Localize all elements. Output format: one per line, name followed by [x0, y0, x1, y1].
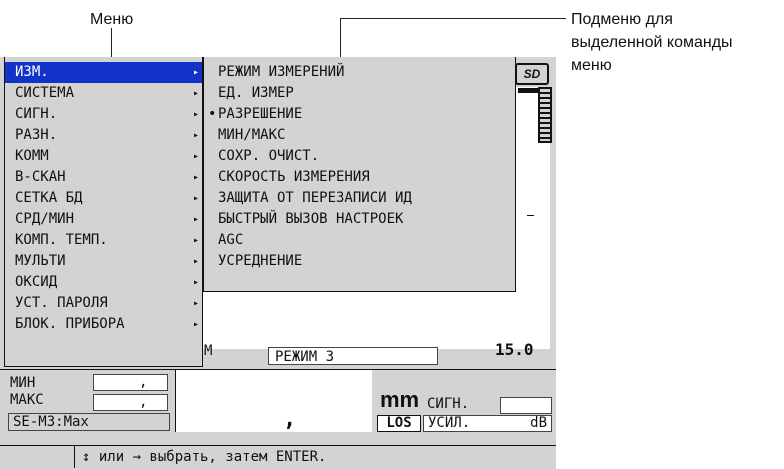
gain-label: УСИЛ. — [428, 415, 471, 431]
unit-label: mm — [380, 387, 420, 412]
status-text: ↕ или → выбрать, затем ENTER. — [82, 449, 327, 465]
submenu: РЕЖИМ ИЗМЕРЕНИЙ ЕД. ИЗМЕР • РАЗРЕШЕНИЕ МИН/М… — [203, 57, 516, 292]
submenu-item-label: БЫСТРЫЙ ВЫЗОВ НАСТРОЕК — [218, 211, 404, 227]
submenu-item-label: УСРЕДНЕНИЕ — [218, 253, 303, 269]
max-label: МАКС — [10, 392, 44, 408]
thickness-display — [175, 370, 372, 432]
submenu-arrow-icon: ▸ — [192, 298, 199, 309]
submenu-annotation-line-v — [340, 18, 341, 59]
submenu-annotation-line-2: выделенной команды — [571, 34, 733, 52]
menu-item[interactable]: В-СКАН ▸ — [5, 167, 202, 188]
submenu-item[interactable]: ЗАЩИТА ОТ ПЕРЕЗАПИСИ ИД — [204, 188, 515, 209]
menu-item-label: СЕТКА БД — [15, 190, 83, 206]
submenu-annotation: Подменю для выделенной команды меню — [571, 8, 733, 78]
selected-marker-icon: • — [208, 106, 217, 122]
menu-item-label: КОМП. ТЕМП. — [15, 232, 108, 248]
gain-field: УСИЛ. dB — [423, 415, 552, 432]
thickness-value: , — [283, 407, 297, 432]
menu-item[interactable]: КОМП. ТЕМП. ▸ — [5, 230, 202, 251]
submenu-arrow-icon: ▸ — [192, 172, 199, 183]
menu-item[interactable]: БЛОК. ПРИБОРА ▸ — [5, 314, 202, 335]
min-label: МИН — [10, 375, 36, 391]
menu-item[interactable]: СРД/МИН ▸ — [5, 209, 202, 230]
submenu-arrow-icon: ▸ — [192, 88, 199, 99]
indicator-bar — [518, 88, 540, 93]
menu-item-label: УСТ. ПАРОЛЯ — [15, 295, 108, 311]
los-indicator: LOS — [377, 415, 421, 432]
scale-tick — [527, 215, 534, 216]
submenu-item[interactable]: РЕЖИМ ИЗМЕРЕНИЙ — [204, 62, 515, 83]
submenu-arrow-icon: ▸ — [192, 235, 199, 246]
submenu-arrow-icon: ▸ — [192, 130, 199, 141]
submenu-item-label: ЕД. ИЗМЕР — [218, 85, 294, 101]
submenu-item-label: РЕЖИМ ИЗМЕРЕНИЙ — [218, 64, 345, 80]
submenu-item[interactable]: СКОРОСТЬ ИЗМЕРЕНИЯ — [204, 167, 515, 188]
submenu-item-label: СКОРОСТЬ ИЗМЕРЕНИЯ — [218, 169, 370, 185]
menu-item[interactable]: РАЗН. ▸ — [5, 125, 202, 146]
submenu-annotation-line-h — [340, 18, 566, 19]
submenu-arrow-icon: ▸ — [192, 256, 199, 267]
battery-icon — [538, 87, 552, 143]
menu-item-label: СРД/МИН — [15, 211, 75, 227]
menu-item[interactable]: ОКСИД ▸ — [5, 272, 202, 293]
menu-item[interactable]: КОММ ▸ — [5, 146, 202, 167]
menu-item[interactable]: МУЛЬТИ ▸ — [5, 251, 202, 272]
mode-label: М — [204, 343, 213, 359]
submenu-item-label: МИН/МАКС — [218, 127, 286, 143]
submenu-arrow-icon: ▸ — [192, 319, 199, 330]
submenu-item[interactable]: • РАЗРЕШЕНИЕ — [204, 104, 515, 125]
menu-item[interactable]: УСТ. ПАРОЛЯ ▸ — [5, 293, 202, 314]
submenu-item-label: AGC — [218, 232, 244, 248]
submenu-arrow-icon: ▸ — [192, 193, 199, 204]
max-field: , — [93, 394, 168, 411]
submenu-arrow-icon: ▸ — [192, 109, 199, 120]
status-left-cell — [0, 446, 75, 468]
device-screen: SD М РЕЖИМ 3 15.0 МИН , МАКС , SE-M3:Max… — [0, 57, 556, 469]
transducer-label: SE-M3:Max — [8, 413, 170, 431]
submenu-annotation-line-3: меню — [571, 57, 612, 75]
submenu-item-label: СОХР. ОЧИСТ. — [218, 148, 320, 164]
submenu-item[interactable]: AGC — [204, 230, 515, 251]
min-field: , — [93, 374, 168, 391]
gain-unit: dB — [530, 415, 547, 431]
menu-item-label: ОКСИД — [15, 274, 58, 290]
submenu-arrow-icon: ▸ — [192, 214, 199, 225]
menu-item-label: В-СКАН — [15, 169, 66, 185]
submenu-item[interactable]: БЫСТРЫЙ ВЫЗОВ НАСТРОЕК — [204, 209, 515, 230]
main-menu: ИЗМ. ▸ СИСТЕМА ▸ СИГН. ▸ РАЗН. ▸ КОММ ▸ В-СКАН ▸ СЕТ… — [4, 57, 203, 367]
submenu-item[interactable]: УСРЕДНЕНИЕ — [204, 251, 515, 272]
submenu-arrow-icon: ▸ — [192, 151, 199, 162]
submenu-item-label: ЗАЩИТА ОТ ПЕРЕЗАПИСИ ИД — [218, 190, 412, 206]
submenu-item[interactable]: МИН/МАКС — [204, 125, 515, 146]
menu-item[interactable]: ИЗМ. ▸ — [5, 62, 202, 83]
menu-item-label: КОММ — [15, 148, 49, 164]
menu-item[interactable]: СИСТЕМА ▸ — [5, 83, 202, 104]
menu-item-label: МУЛЬТИ — [15, 253, 66, 269]
menu-item-label: СИГН. — [15, 106, 58, 122]
menu-item[interactable]: СЕТКА БД ▸ — [5, 188, 202, 209]
signal-field — [500, 397, 552, 414]
submenu-arrow-icon: ▸ — [192, 67, 199, 78]
mode-field: РЕЖИМ 3 — [268, 347, 438, 365]
submenu-item-label: РАЗРЕШЕНИЕ — [218, 106, 303, 122]
sd-card-icon: SD — [515, 63, 549, 85]
menu-item-label: СИСТЕМА — [15, 85, 75, 101]
submenu-arrow-icon: ▸ — [192, 277, 199, 288]
menu-item[interactable]: СИГН. ▸ — [5, 104, 202, 125]
menu-item-label: ИЗМ. — [15, 64, 49, 80]
status-bar: ↕ или → выбрать, затем ENTER. — [0, 445, 556, 469]
signal-label: СИГН. — [427, 396, 470, 412]
submenu-item[interactable]: ЕД. ИЗМЕР — [204, 83, 515, 104]
submenu-annotation-line-1: Подменю для — [571, 11, 673, 28]
velocity-value: 15.0 — [495, 340, 534, 359]
menu-item-label: БЛОК. ПРИБОРА — [15, 316, 125, 332]
submenu-item[interactable]: СОХР. ОЧИСТ. — [204, 146, 515, 167]
menu-item-label: РАЗН. — [15, 127, 58, 143]
